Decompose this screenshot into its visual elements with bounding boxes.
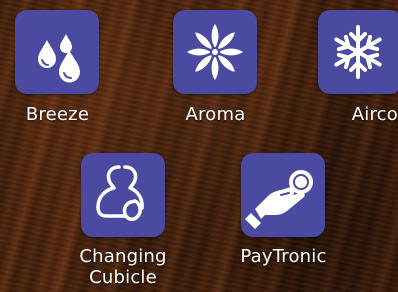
changing-cubicle-icon [96,165,144,221]
aroma-label: Aroma [185,104,246,125]
paytronic-button[interactable] [241,153,325,237]
changing-cubicle-button[interactable] [81,153,165,237]
changing-cubicle-label: Changing Cubicle [63,246,183,288]
flower-icon [187,24,243,80]
paytronic-label: PayTronic [240,246,327,267]
airco-label: Airco [351,104,398,125]
changing-cubicle-label-line2: Cubicle [89,267,157,288]
airco-button[interactable] [318,10,398,94]
breeze-button[interactable] [15,10,99,94]
water-drops-icon [38,34,80,83]
changing-cubicle-label-line1: Changing [79,246,167,267]
snowflake-icon [334,25,382,79]
hand-coin-icon [245,170,313,229]
breeze-label: Breeze [25,104,90,125]
aroma-button[interactable] [173,10,257,94]
